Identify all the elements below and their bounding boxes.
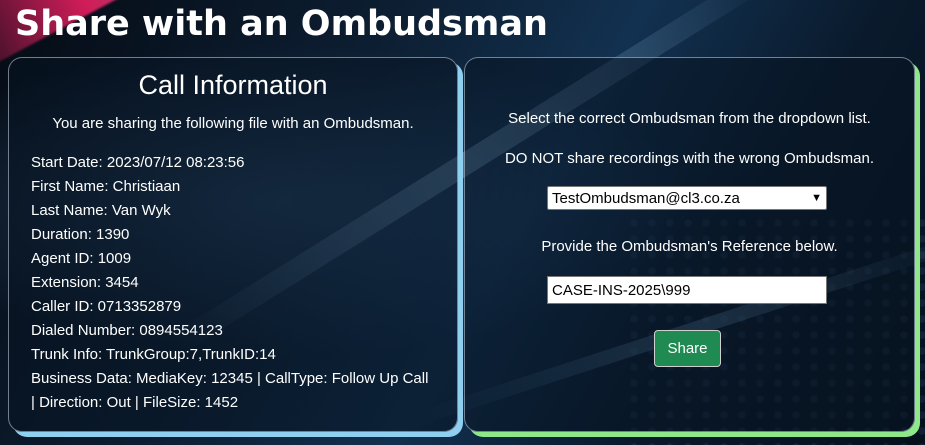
detail-business-data: Business Data: MediaKey: 12345 | CallTyp… [31,370,429,387]
detail-business-data-cont: | Direction: Out | FileSize: 1452 [31,394,239,411]
chevron-down-icon: ▼ [811,192,822,204]
share-button[interactable]: Share [654,330,721,367]
call-details-list: Start Date: 2023/07/12 08:23:56 First Na… [31,151,447,415]
reference-input[interactable]: CASE-INS-2025\999 [547,276,827,304]
select-instruction: Select the correct Ombudsman from the dr… [508,110,871,127]
ombudsman-dropdown[interactable]: TestOmbudsman@cl3.co.za ▼ [547,186,827,210]
share-form-panel: Select the correct Ombudsman from the dr… [464,57,915,432]
call-information-panel: Call Information You are sharing the fol… [8,57,458,432]
reference-input-value: CASE-INS-2025\999 [552,281,691,299]
ombudsman-dropdown-value: TestOmbudsman@cl3.co.za [552,189,740,207]
wrong-ombudsman-warning: DO NOT share recordings with the wrong O… [504,150,875,167]
reference-instruction: Provide the Ombudsman's Reference below. [541,238,838,255]
detail-trunk-info: Trunk Info: TrunkGroup:7,TrunkID:14 [31,346,276,363]
detail-start-date: Start Date: 2023/07/12 08:23:56 [31,154,245,171]
detail-last-name: Last Name: Van Wyk [31,202,171,219]
detail-agent-id: Agent ID: 1009 [31,250,132,267]
call-information-heading: Call Information [138,70,328,100]
detail-dialed-number: Dialed Number: 0894554123 [31,322,223,339]
detail-first-name: First Name: Christiaan [31,178,181,195]
detail-extension: Extension: 3454 [31,274,139,291]
page-title: Share with an Ombudsman [15,4,548,44]
detail-caller-id: Caller ID: 0713352879 [31,298,182,315]
detail-duration: Duration: 1390 [31,226,130,243]
call-information-subtitle: You are sharing the following file with … [52,115,414,132]
